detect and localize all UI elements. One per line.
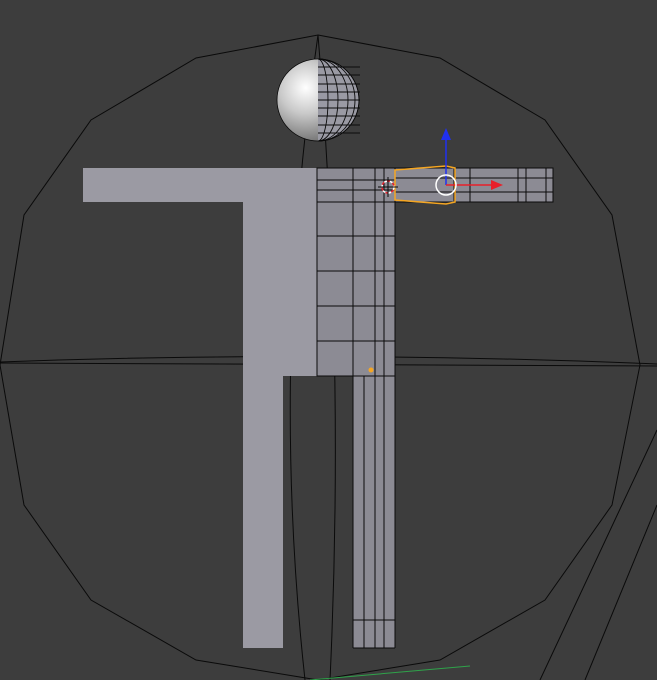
- 3d-viewport[interactable]: [0, 0, 657, 680]
- selected-vertex[interactable]: [368, 367, 374, 373]
- head-sphere[interactable]: [276, 58, 360, 142]
